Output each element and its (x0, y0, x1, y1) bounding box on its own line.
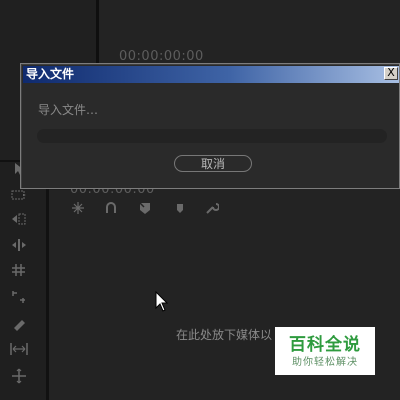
timeline-drop-hint: 在此处放下媒体以 (176, 328, 273, 342)
wrench-icon[interactable] (205, 201, 220, 215)
import-status-text: 导入文件… (38, 103, 99, 117)
pen-tool-icon[interactable] (10, 368, 28, 384)
dialog-titlebar[interactable]: 导入文件 X (23, 66, 399, 83)
slide-tool-icon[interactable] (10, 342, 28, 358)
cancel-button[interactable]: 取消 (174, 155, 252, 172)
add-marker-icon[interactable] (138, 201, 152, 215)
mouse-cursor-icon (155, 290, 169, 313)
watermark-title: 百科全说 (289, 335, 361, 355)
import-progress-bar (37, 129, 387, 143)
snap-icon[interactable] (71, 201, 85, 215)
baike-watermark: 百科全说 助你轻松解决 (275, 327, 375, 375)
rate-stretch-tool-icon[interactable] (10, 263, 28, 279)
import-files-dialog: 导入文件 X 导入文件… 取消 (20, 63, 400, 189)
close-button[interactable]: X (384, 67, 398, 80)
marker-icon[interactable] (173, 201, 187, 215)
dialog-title: 导入文件 (26, 67, 75, 81)
watermark-subtitle: 助你轻松解决 (292, 357, 358, 368)
ripple-edit-tool-icon[interactable] (10, 212, 28, 228)
linked-selection-icon[interactable] (104, 201, 118, 215)
track-select-tool-icon[interactable] (10, 188, 28, 204)
slip-tool-icon[interactable] (10, 316, 28, 332)
rolling-edit-tool-icon[interactable] (10, 238, 28, 254)
razor-tool-icon[interactable] (10, 289, 28, 305)
monitor-timecode[interactable]: 00:00:00:00 (119, 49, 204, 64)
